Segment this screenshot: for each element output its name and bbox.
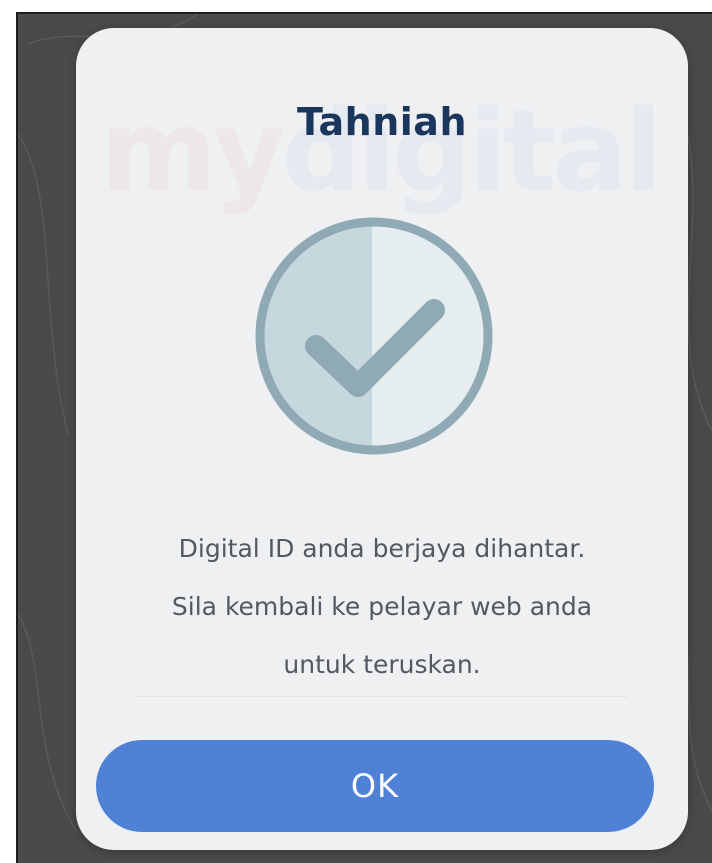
message-line: Sila kembali ke pelayar web anda [171, 592, 593, 621]
check-circle-icon [255, 217, 493, 455]
success-dialog: mydigital ID Tahniah Digital ID anda ber… [76, 28, 688, 850]
screen-frame: mydigital ID Tahniah Digital ID anda ber… [16, 12, 712, 863]
dialog-message: Digital ID anda berjaya dihantar. Sila k… [96, 520, 668, 694]
message-line: untuk teruskan. [283, 650, 481, 679]
message-line: Digital ID anda berjaya dihantar. [178, 534, 586, 563]
ok-button[interactable]: OK [96, 740, 654, 832]
dialog-title: Tahniah [297, 100, 467, 144]
divider [136, 696, 628, 697]
